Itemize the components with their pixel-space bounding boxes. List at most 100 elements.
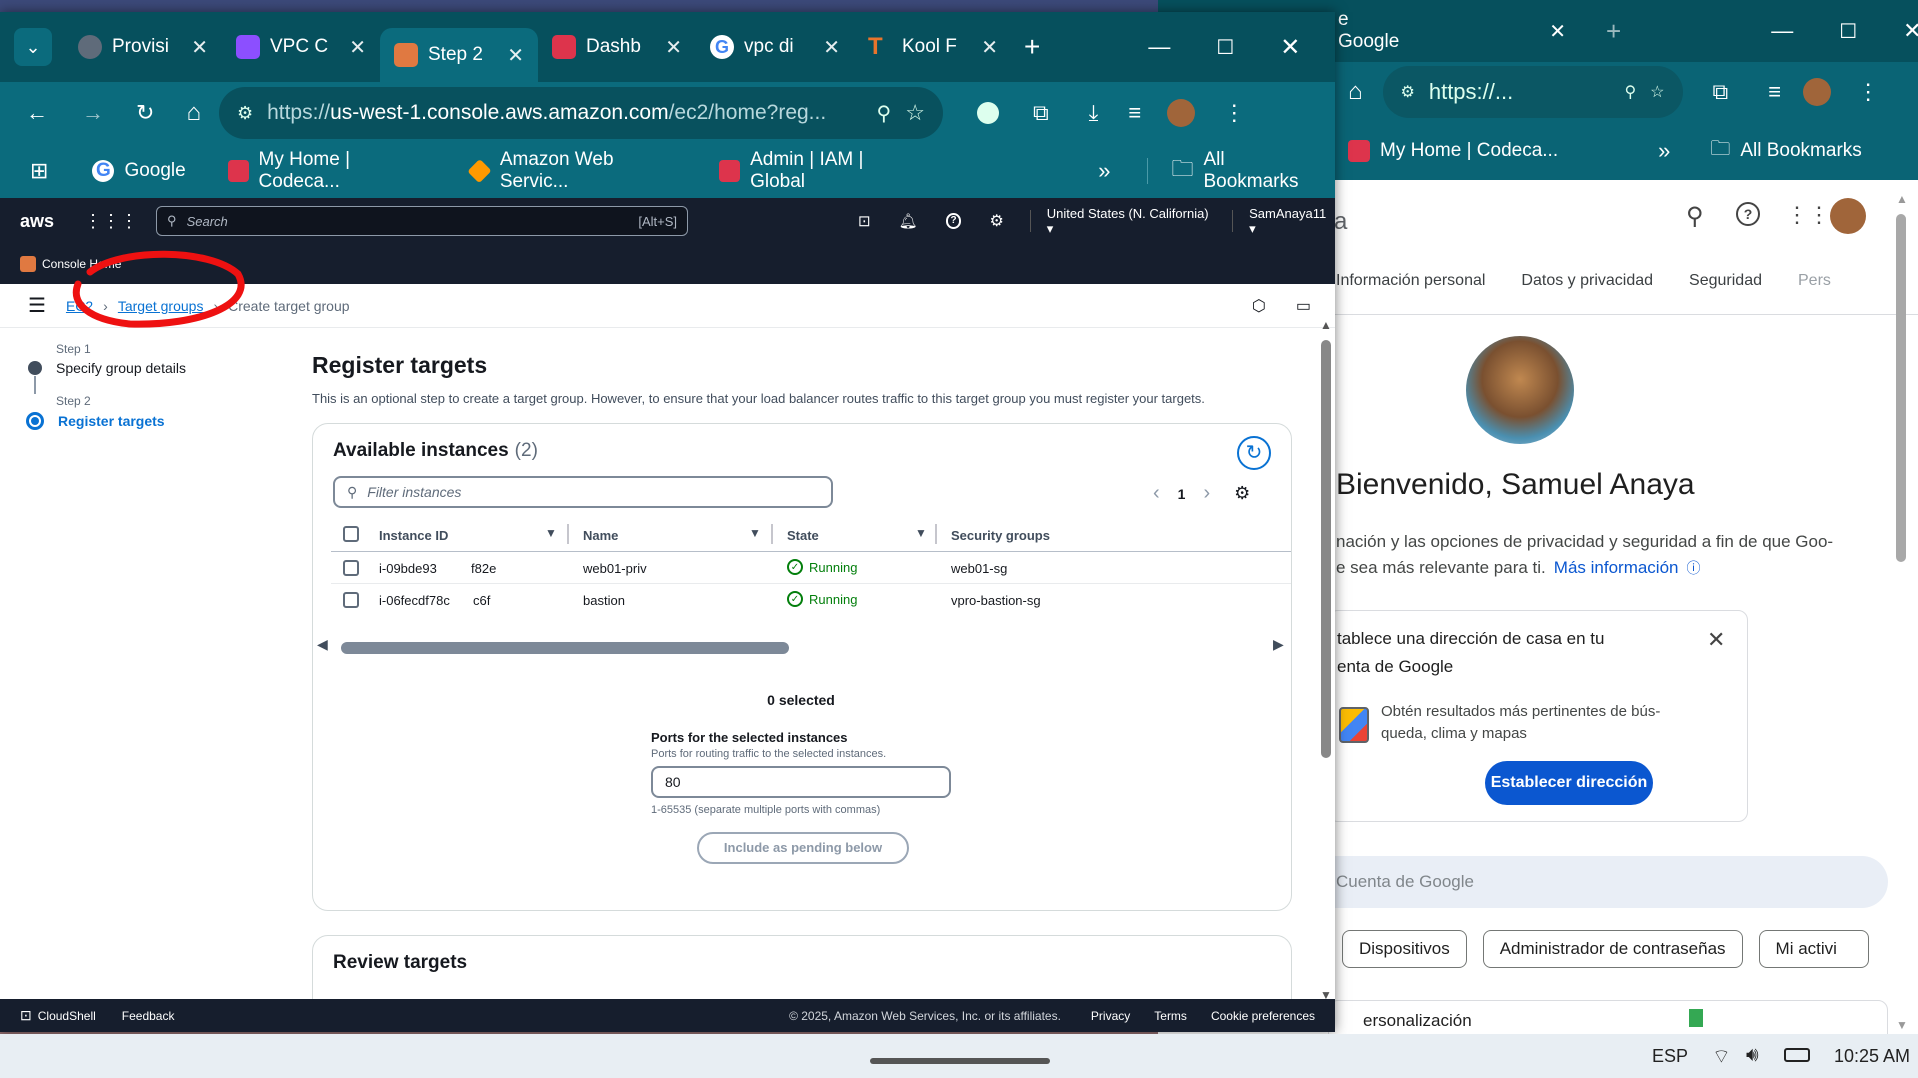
bookmark-star-icon[interactable]: ☆ [905, 100, 925, 126]
bookmark-my-home[interactable]: My Home | Codeca... [1380, 140, 1558, 162]
close-tab-icon[interactable]: ✕ [507, 43, 524, 68]
services-grid-icon[interactable]: ⋮⋮⋮ [84, 211, 138, 232]
profile-avatar-icon[interactable] [1803, 78, 1832, 106]
extensions-icon[interactable]: ⧉ [1713, 79, 1729, 105]
site-info-icon[interactable]: ⚙ [1401, 82, 1415, 102]
tab-kool[interactable]: T Kool F ✕ [854, 20, 1012, 74]
filter-instances-input[interactable]: ⚲ Filter instances [333, 476, 833, 508]
browser-menu-icon[interactable]: ⋮ [1223, 100, 1245, 126]
tab-search-chevron-icon[interactable]: ⌄ [14, 28, 52, 66]
help-icon[interactable]: ? [945, 213, 962, 229]
profile-avatar-icon[interactable] [1167, 99, 1196, 127]
table-row[interactable]: i-09bde93 f82e web01-priv ✓ Running web01… [331, 552, 1291, 584]
close-tab-icon[interactable]: ✕ [981, 35, 998, 60]
close-tab-icon[interactable]: ✕ [1549, 19, 1566, 44]
step1-item[interactable]: Specify group details [28, 360, 268, 376]
zoom-search-icon[interactable]: ⚲ [877, 101, 892, 126]
menu-icon[interactable]: ⋮ [1857, 79, 1879, 105]
hamburger-menu-icon[interactable]: ☰ [28, 293, 46, 318]
new-tab-icon[interactable]: + [1606, 16, 1621, 47]
row-checkbox[interactable] [343, 592, 359, 608]
page-number[interactable]: 1 [1178, 486, 1186, 502]
col-instance-id[interactable]: Instance ID [379, 528, 448, 543]
feedback-link[interactable]: Feedback [122, 1009, 175, 1023]
home-icon[interactable]: ⌂ [1348, 78, 1363, 106]
bookmarks-overflow-icon[interactable]: » [1658, 138, 1670, 164]
google-tab-title[interactable]: e Google [1338, 9, 1399, 53]
extensions-icon[interactable]: ⧉ [1033, 100, 1049, 126]
media-controls-icon[interactable]: ≡ [1128, 100, 1141, 126]
profile-avatar-icon[interactable] [1830, 198, 1866, 234]
close-promo-icon[interactable]: ✕ [1707, 627, 1725, 653]
content-scrollbar[interactable]: ▲ ▼ [1318, 318, 1334, 1004]
ports-input[interactable]: 80 [651, 766, 951, 798]
scroll-left-icon[interactable]: ◀ [317, 636, 328, 653]
horizontal-scroll-thumb[interactable] [341, 642, 789, 654]
notifications-panel-icon[interactable]: ▭ [1296, 296, 1311, 316]
close-tab-icon[interactable]: ✕ [191, 35, 208, 60]
cloudshell-icon[interactable]: ⊡ [858, 212, 871, 230]
table-row[interactable]: i-06fecdf78c c6f bastion ✓ Running vpro-b… [331, 584, 1291, 616]
bookmark-my-home[interactable]: My Home | Codeca... [210, 149, 445, 193]
bookmark-iam[interactable]: Admin | IAM | Global [701, 149, 932, 193]
close-tab-icon[interactable]: ✕ [823, 35, 840, 60]
google-omnibox[interactable]: ⚙ https://... ⚲ ☆ [1382, 66, 1683, 118]
chip-devices[interactable]: Dispositivos [1342, 930, 1467, 968]
download-icon[interactable]: ⤓ [1089, 100, 1099, 126]
col-name[interactable]: Name [583, 528, 618, 543]
account-menu[interactable]: SamAnaya11 ▾ [1249, 206, 1335, 237]
all-bookmarks[interactable]: 🗀 All Bookmarks [1153, 149, 1335, 193]
back-icon[interactable]: ← [26, 100, 48, 126]
tab-data-privacy[interactable]: Datos y privacidad [1521, 272, 1653, 290]
select-all-checkbox[interactable] [343, 526, 359, 542]
sort-caret-icon[interactable]: ▼ [749, 526, 761, 540]
tab-security[interactable]: Seguridad [1689, 272, 1762, 290]
aws-search-input[interactable]: ⚲ Search [Alt+S] [156, 206, 689, 236]
col-security-groups[interactable]: Security groups [951, 528, 1050, 543]
search-icon[interactable]: ⚲ [1624, 82, 1636, 102]
google-account-search[interactable]: Cuenta de Google [1298, 856, 1888, 908]
media-icon[interactable]: ≡ [1768, 79, 1781, 105]
volume-icon[interactable]: 🔊︎ [1746, 1044, 1759, 1067]
close-window-icon[interactable]: ✕ [1903, 18, 1918, 44]
chip-password-manager[interactable]: Administrador de contraseñas [1482, 930, 1743, 968]
scroll-up-icon[interactable]: ▲ [1320, 318, 1332, 332]
bookmarks-overflow-icon[interactable]: » [1098, 158, 1110, 184]
tab-dashboard[interactable]: Dashb ✕ [538, 20, 696, 74]
region-selector[interactable]: United States (N. California) ▾ [1047, 206, 1216, 237]
bookmark-google[interactable]: G Google [74, 160, 203, 182]
sort-caret-icon[interactable]: ▼ [545, 526, 557, 540]
scroll-thumb[interactable] [1321, 340, 1331, 758]
set-address-button[interactable]: Establecer dirección [1485, 761, 1653, 805]
help-icon[interactable]: ? [1736, 202, 1760, 226]
include-pending-button[interactable]: Include as pending below [697, 832, 909, 864]
col-state[interactable]: State [787, 528, 819, 543]
tab-vpc[interactable]: VPC C ✕ [222, 20, 380, 74]
maximize-icon[interactable]: ☐ [1839, 19, 1857, 44]
forward-icon[interactable]: → [82, 100, 104, 126]
close-window-icon[interactable]: ✕ [1280, 33, 1300, 62]
table-preferences-gear-icon[interactable]: ⚙ [1234, 483, 1250, 504]
step2-item[interactable]: Register targets [26, 412, 268, 430]
site-info-icon[interactable]: ⚙ [237, 103, 253, 124]
minimize-icon[interactable]: — [1148, 34, 1170, 60]
address-bar[interactable]: ⚙ https://us-west-1.console.aws.amazon.c… [218, 87, 943, 139]
minimize-icon[interactable]: — [1771, 18, 1793, 44]
scroll-thumb[interactable] [1896, 214, 1906, 562]
reload-icon[interactable]: ↻ [136, 100, 154, 126]
privacy-link[interactable]: Privacy [1091, 1009, 1130, 1023]
refresh-icon[interactable]: ↻ [1237, 436, 1271, 470]
prev-page-icon[interactable]: ‹ [1153, 482, 1160, 505]
search-icon[interactable]: ⚲ [1686, 202, 1704, 231]
tab-personal-info[interactable]: Información personal [1336, 272, 1485, 290]
all-bookmarks[interactable]: All Bookmarks [1740, 140, 1861, 162]
page-scrollbar[interactable]: ▲ ▼ [1890, 190, 1912, 1034]
cloudshell-link[interactable]: CloudShell [38, 1009, 96, 1023]
home-gesture-bar[interactable] [870, 1058, 1050, 1064]
home-icon[interactable]: ⌂ [186, 99, 201, 127]
close-tab-icon[interactable]: ✕ [349, 35, 366, 60]
scroll-right-icon[interactable]: ▶ [1273, 636, 1284, 653]
cookie-preferences-link[interactable]: Cookie preferences [1211, 1009, 1315, 1023]
language-indicator[interactable]: ESP [1652, 1046, 1688, 1067]
bookmark-aws[interactable]: Amazon Web Servic... [451, 149, 695, 193]
